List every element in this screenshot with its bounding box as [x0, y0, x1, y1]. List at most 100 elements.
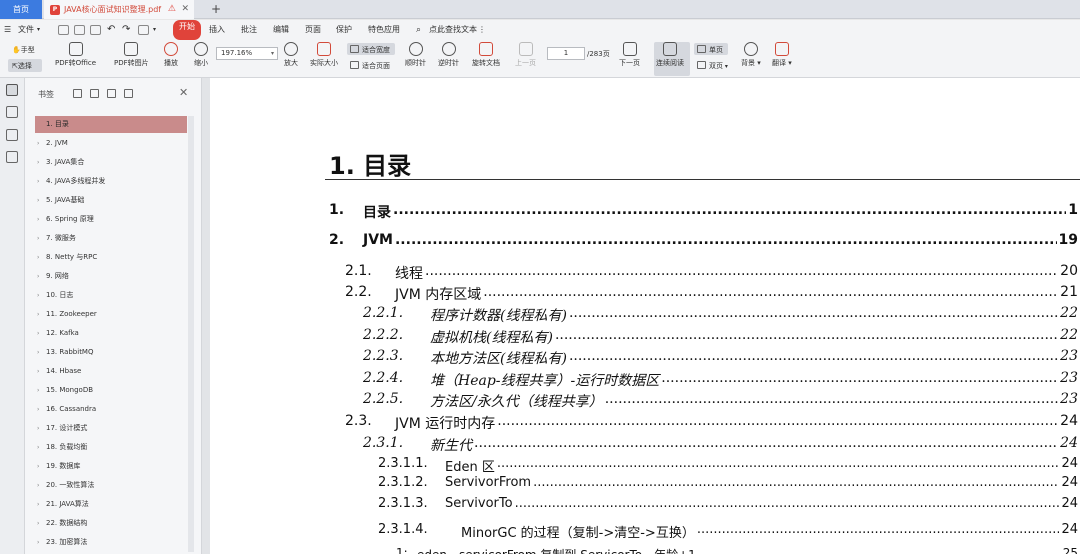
menu-file[interactable]: 文件	[18, 20, 34, 40]
close-panel-icon[interactable]: ✕	[179, 86, 188, 99]
chevron-right-icon[interactable]: ›	[37, 173, 39, 190]
bookmark-item[interactable]: › 14. Hbase	[35, 363, 187, 380]
collapse-all-icon[interactable]	[90, 89, 99, 98]
chevron-right-icon[interactable]: ›	[37, 325, 39, 342]
bookmark-item[interactable]: › 22. 数据结构	[35, 515, 187, 532]
actual-size-button[interactable]: 实际大小	[310, 42, 338, 68]
print-icon[interactable]	[90, 25, 101, 35]
chevron-right-icon[interactable]: ›	[37, 382, 39, 399]
bookmark-item[interactable]: › 18. 负载均衡	[35, 439, 187, 456]
single-page-button[interactable]: 单页	[697, 44, 723, 56]
menu-annotate[interactable]: 批注	[241, 20, 257, 40]
new-tab-button[interactable]: +	[211, 0, 221, 18]
menu-insert[interactable]: 插入	[209, 20, 225, 40]
bookmark-item[interactable]: › 3. JAVA集合	[35, 154, 187, 171]
expand-all-icon[interactable]	[73, 89, 82, 98]
document-viewport[interactable]: 1. 目录 1. 目录 1.............................…	[210, 78, 1080, 554]
chevron-right-icon[interactable]: ›	[37, 287, 39, 304]
bookmark-item[interactable]: › 16. Cassandra	[35, 401, 187, 418]
menu-features[interactable]: 特色应用	[368, 20, 400, 40]
bookmark-item[interactable]: › 13. RabbitMQ	[35, 344, 187, 361]
toc-entry[interactable]: 2.2. JVM 内存区域 21..........................…	[345, 284, 1078, 304]
add-bookmark-icon[interactable]	[107, 89, 116, 98]
hand-tool-button[interactable]: ✋手型	[12, 44, 35, 56]
toc-entry[interactable]: 2.2.3. 本地方法区(线程私有) 23.....................…	[363, 348, 1078, 368]
chevron-right-icon[interactable]: ›	[37, 268, 39, 285]
page-number-input[interactable]: 1	[547, 47, 585, 60]
double-page-button[interactable]: 双页 ▾	[697, 60, 728, 73]
more-icon[interactable]: ▾	[153, 20, 156, 40]
toc-entry[interactable]: 2.3.1.1. Eden 区 24........................…	[378, 456, 1078, 476]
bookmark-panel-icon[interactable]	[6, 84, 18, 96]
open-folder-icon[interactable]	[58, 25, 69, 35]
chevron-right-icon[interactable]: ›	[37, 211, 39, 228]
bookmark-item[interactable]: › 6. Spring 原理	[35, 211, 187, 228]
menu-page[interactable]: 页面	[305, 20, 321, 40]
bookmark-item[interactable]: › 4. JAVA多线程并发	[35, 173, 187, 190]
bookmark-item[interactable]: › 8. Netty 与RPC	[35, 249, 187, 266]
chevron-right-icon[interactable]: ›	[37, 135, 39, 152]
toc-entry[interactable]: 2.3.1.2. ServivorFrom 24..................…	[378, 475, 1078, 495]
toc-entry[interactable]: 1. 目录 1...................................…	[329, 202, 1078, 222]
bookmark-item[interactable]: › 23. 加密算法	[35, 534, 187, 551]
toc-entry[interactable]: 2.2.4. 堆（Heap-线程共享）-运行时数据区 23.............…	[363, 370, 1078, 390]
hamburger-icon[interactable]: ☰	[4, 20, 11, 40]
thumbnail-panel-icon[interactable]	[6, 106, 18, 118]
rotate-clockwise-button[interactable]: 顺时针	[405, 42, 426, 68]
toc-entry[interactable]: 2. JVM 19.................................…	[329, 232, 1078, 252]
zoom-in-button[interactable]: 放大	[284, 42, 298, 68]
bookmark-item[interactable]: › 5. JAVA基础	[35, 192, 187, 209]
translate-button[interactable]: 翻译 ▾	[772, 42, 792, 68]
bookmark-item[interactable]: › 17. 设计模式	[35, 420, 187, 437]
tab-home[interactable]: 首页	[0, 0, 42, 19]
select-tool-button[interactable]: ⇱选择	[12, 60, 32, 72]
toc-entry[interactable]: 2.2.2. 虚拟机栈(线程私有) 22......................…	[363, 327, 1078, 347]
bookmark-item[interactable]: › 20. 一致性算法	[35, 477, 187, 494]
background-button[interactable]: 背景 ▾	[741, 42, 761, 68]
fit-page-button[interactable]: 适合页面	[350, 60, 390, 72]
bookmark-item[interactable]: › 10. 日志	[35, 287, 187, 304]
chevron-right-icon[interactable]: ›	[37, 306, 39, 323]
toc-entry[interactable]: 2.3.1.4. MinorGC 的过程（复制->清空->互换） 24.......…	[378, 522, 1078, 542]
chevron-right-icon[interactable]: ›	[37, 496, 39, 513]
attachment-panel-icon[interactable]	[6, 151, 18, 163]
toc-entry[interactable]: 2.2.5. 方法区/永久代（线程共享） 23...................…	[363, 391, 1078, 411]
toc-entry[interactable]: 1: eden、servicorFrom 复制到 ServicorTo，年龄+1 2…	[396, 546, 1078, 554]
toc-entry[interactable]: 2.3.1. 新生代 24.............................…	[363, 435, 1078, 455]
bookmark-item[interactable]: › 11. Zookeeper	[35, 306, 187, 323]
annotation-panel-icon[interactable]	[6, 129, 18, 141]
menu-start[interactable]: 开始	[173, 20, 201, 40]
export-icon[interactable]	[138, 25, 149, 35]
chevron-right-icon[interactable]: ›	[37, 249, 39, 266]
zoom-out-button[interactable]: 缩小	[194, 42, 208, 68]
chevron-right-icon[interactable]: ›	[37, 515, 39, 532]
close-tab-icon[interactable]: ✕	[181, 0, 189, 19]
save-icon[interactable]	[74, 25, 85, 35]
bookmark-item[interactable]: › 7. 微服务	[35, 230, 187, 247]
menu-edit[interactable]: 编辑	[273, 20, 289, 40]
chevron-right-icon[interactable]: ›	[37, 363, 39, 380]
chevron-right-icon[interactable]: ›	[37, 458, 39, 475]
pdf-to-image-button[interactable]: PDF转图片	[114, 42, 149, 68]
bookmark-item[interactable]: 1. 目录	[35, 116, 187, 133]
toc-entry[interactable]: 2.2.1. 程序计数器(线程私有) 22.....................…	[363, 305, 1078, 325]
bookmark-item[interactable]: › 21. JAVA算法	[35, 496, 187, 513]
chevron-right-icon[interactable]: ›	[37, 401, 39, 418]
search-text-input[interactable]: 点此查找文本	[429, 20, 477, 40]
zoom-level-select[interactable]: 197.16% ▾	[216, 47, 278, 60]
bookmark-item[interactable]: › 9. 网络	[35, 268, 187, 285]
fit-width-button[interactable]: 适合宽度	[350, 44, 390, 56]
bookmark-item[interactable]: › 2. JVM	[35, 135, 187, 152]
rotate-counterclockwise-button[interactable]: 逆时针	[438, 42, 459, 68]
chevron-right-icon[interactable]: ›	[37, 439, 39, 456]
bookmark-item[interactable]: › 15. MongoDB	[35, 382, 187, 399]
delete-bookmark-icon[interactable]	[124, 89, 133, 98]
rotate-document-button[interactable]: 旋转文档	[472, 42, 500, 68]
prev-page-button[interactable]: 上一页	[515, 42, 536, 68]
chevron-down-icon[interactable]: ▾	[37, 20, 40, 40]
menu-protect[interactable]: 保护	[336, 20, 352, 40]
chevron-right-icon[interactable]: ›	[37, 420, 39, 437]
chevron-right-icon[interactable]: ›	[37, 230, 39, 247]
toc-entry[interactable]: 2.3. JVM 运行时内存 24.........................…	[345, 413, 1078, 433]
chevron-right-icon[interactable]: ›	[37, 344, 39, 361]
